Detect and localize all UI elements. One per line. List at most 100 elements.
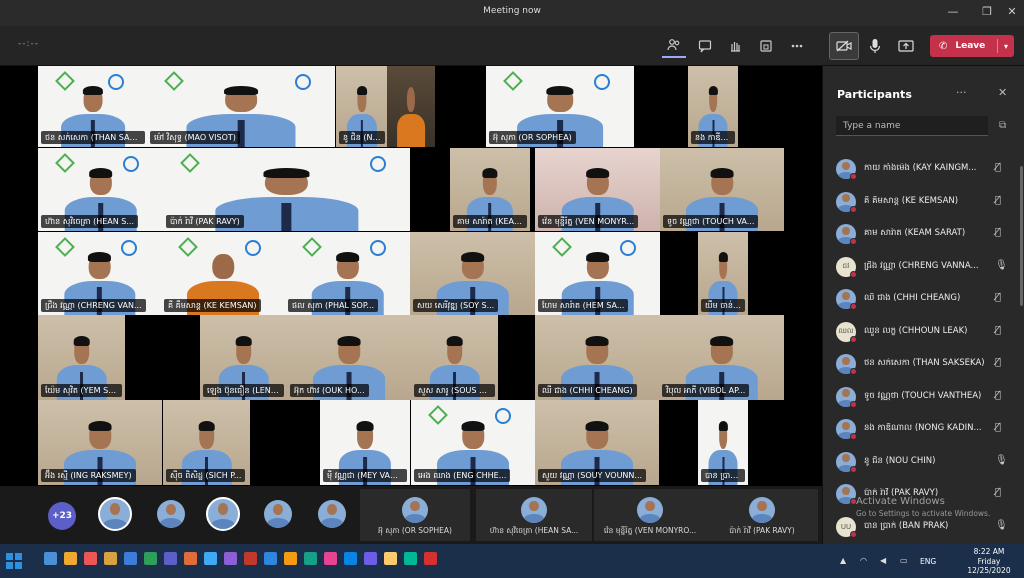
- avatar[interactable]: [206, 497, 240, 531]
- mic-muted-icon[interactable]: 🎙̸: [995, 422, 1001, 433]
- taskbar-app-icon[interactable]: [344, 552, 357, 565]
- title-bar: Meeting now — ❐ ✕: [0, 0, 1024, 26]
- taskbar-app-icon[interactable]: [184, 552, 197, 565]
- avatar[interactable]: [157, 500, 185, 528]
- taskbar-app-icon[interactable]: [284, 552, 297, 565]
- avatar: [521, 497, 547, 523]
- participant-name-label: បាន ប្រាក់ (BAN PRAK): [701, 469, 745, 482]
- organization-seal-icon: [295, 74, 311, 90]
- panel-scrollbar[interactable]: [1020, 166, 1023, 306]
- participant-list-item[interactable]: នូ ជិន (NOU CHIN) 🎙: [823, 447, 1024, 480]
- minimize-button[interactable]: —: [944, 4, 962, 20]
- presence-status-icon: [850, 433, 857, 440]
- strip-participant-tile[interactable]: វ៉េន មុន្នីរ័ត្ន (VEN MONYRO...: [594, 489, 706, 541]
- strip-participant-tile[interactable]: ប៉ាក់ រ៉ាវី (PAK RAVY): [706, 489, 818, 541]
- participant-name-label: ទូច វណ្ណថា (TOUCH VA...: [663, 215, 759, 228]
- taskbar-app-icon[interactable]: [124, 552, 137, 565]
- taskbar-app-icon[interactable]: [324, 552, 337, 565]
- clock-day: Friday: [977, 556, 1001, 566]
- taskbar-app-icon[interactable]: [384, 552, 397, 565]
- taskbar-app-icon[interactable]: [164, 552, 177, 565]
- participant-list-item[interactable]: គាម សារ៉ាត (KEAM SARAT) 🎙̸: [823, 219, 1024, 252]
- participant-name-label: អ៊ឹង រស្មី (ING RAKSMEY): [41, 469, 136, 482]
- taskbar-app-icon[interactable]: [44, 552, 57, 565]
- panel-close-icon[interactable]: ✕: [998, 86, 1007, 99]
- presence-status-icon: [850, 368, 857, 375]
- taskbar-app-icon[interactable]: [404, 552, 417, 565]
- participant-name-label: សយ សេរីវុឌ្ឍ (SOY S...: [413, 299, 499, 312]
- mic-muted-icon[interactable]: 🎙̸: [995, 325, 1001, 336]
- taskbar-app-icon[interactable]: [204, 552, 217, 565]
- avatar[interactable]: [98, 497, 132, 531]
- rooms-icon[interactable]: [754, 34, 778, 58]
- microphone-icon[interactable]: [863, 34, 887, 58]
- language-indicator[interactable]: ENG: [920, 557, 936, 566]
- mic-icon[interactable]: 🎙: [995, 455, 1008, 466]
- activation-watermark-text: Go to Settings to activate Windows.: [856, 509, 991, 518]
- taskbar-app-icon[interactable]: [84, 552, 97, 565]
- mic-muted-icon[interactable]: 🎙̸: [995, 357, 1001, 368]
- presence-status-icon: [850, 303, 857, 310]
- share-invite-icon[interactable]: ⧉: [999, 120, 1006, 131]
- participant-name: នូ ជិន (NOU CHIN): [864, 455, 936, 466]
- taskbar-app-icon[interactable]: [144, 552, 157, 565]
- participant-name-label: ប៉ាក់ រ៉ាវី (PAK RAVY): [166, 215, 244, 228]
- participant-list-item[interactable]: ថន សក់សេកា (THAN SAKSEKA) 🎙̸: [823, 349, 1024, 382]
- mic-muted-icon[interactable]: 🎙̸: [995, 292, 1001, 303]
- participant-list-item[interactable]: ឈី ជាង (CHHI CHEANG) 🎙̸: [823, 284, 1024, 317]
- strip-participant-tile[interactable]: អ៊ុ សុភា (OR SOPHEA): [360, 489, 470, 541]
- network-icon[interactable]: ▲: [840, 556, 846, 565]
- taskbar-app-icon[interactable]: [304, 552, 317, 565]
- mic-muted-icon[interactable]: 🎙̸: [995, 162, 1001, 173]
- mic-icon[interactable]: 🎙: [995, 520, 1008, 531]
- participant-name-label: ហែម សារ៉ាត (HEM SA...: [538, 299, 629, 312]
- panel-more-icon[interactable]: ···: [956, 86, 967, 99]
- more-participants-count[interactable]: +23: [48, 502, 76, 530]
- start-icon[interactable]: [6, 553, 22, 569]
- mic-muted-icon[interactable]: 🎙̸: [995, 487, 1001, 498]
- raise-hand-icon[interactable]: [723, 34, 747, 58]
- video-tile[interactable]: [387, 66, 435, 147]
- presence-status-icon: [850, 465, 857, 473]
- participant-list-item[interactable]: ទូច វណ្ណថា (TOUCH VANTHEA) 🎙̸: [823, 382, 1024, 415]
- strip-participant-tile[interactable]: ហ៊ាន សុវិចេត្រា (HEAN SA...: [476, 489, 592, 541]
- volume-icon[interactable]: ◀: [880, 556, 886, 565]
- participants-icon[interactable]: [662, 34, 686, 58]
- leave-button[interactable]: ✆ Leave ▾: [930, 35, 1014, 57]
- presence-status-icon: [850, 400, 857, 408]
- panel-title: Participants: [837, 88, 912, 101]
- mic-muted-icon[interactable]: 🎙̸: [995, 390, 1001, 401]
- participant-list-item[interactable]: ឈល ឈួន លក្ខ (CHHOUN LEAK) 🎙̸: [823, 317, 1024, 350]
- mic-muted-icon[interactable]: 🎙̸: [995, 227, 1001, 238]
- participant-name: បាន ប្រាក់ (BAN PRAK): [864, 520, 949, 531]
- taskbar-app-icon[interactable]: [64, 552, 77, 565]
- mic-muted-icon[interactable]: 🎙̸: [995, 195, 1001, 206]
- mic-icon[interactable]: 🎙: [995, 260, 1008, 271]
- battery-icon[interactable]: ▭: [900, 556, 908, 565]
- maximize-button[interactable]: ❐: [978, 4, 996, 20]
- taskbar-app-icon[interactable]: [424, 552, 437, 565]
- more-actions-icon[interactable]: [785, 34, 809, 58]
- participant-name-label: សួយ វណ្ណា (SOUY VOUNN...: [538, 469, 647, 482]
- search-input[interactable]: [836, 116, 988, 136]
- taskbar-app-icon[interactable]: [364, 552, 377, 565]
- participant-list-item[interactable]: កាយ កាំងម៉េង (KAY KAINGM... 🎙̸: [823, 154, 1024, 187]
- meeting-toolbar: --:-- ✆ Leave ▾: [0, 26, 1024, 66]
- participant-list-item[interactable]: នង កាឌីណាល (NONG KADIN... 🎙̸: [823, 414, 1024, 447]
- avatar[interactable]: [264, 500, 292, 528]
- participant-list-item[interactable]: ជវ ជ្រឹង វណ្ណា (CHRENG VANNA... 🎙: [823, 252, 1024, 285]
- close-window-button[interactable]: ✕: [1003, 4, 1021, 20]
- avatar[interactable]: [318, 500, 346, 528]
- participant-list-item[interactable]: គី គឹមសាន្ត (KE KEMSAN) 🎙̸: [823, 187, 1024, 220]
- participant-name-label: ម៉ី វណ្ណជា (MEY VANNCHEA): [323, 469, 407, 482]
- taskbar-app-icon[interactable]: [224, 552, 237, 565]
- clock[interactable]: 8:22 AM Friday 12/25/2020: [960, 547, 1018, 576]
- chevron-down-icon[interactable]: ▾: [998, 42, 1014, 51]
- taskbar-app-icon[interactable]: [264, 552, 277, 565]
- share-screen-icon[interactable]: [894, 34, 918, 58]
- wifi-icon[interactable]: ◠: [860, 556, 867, 565]
- chat-icon[interactable]: [693, 34, 717, 58]
- taskbar-app-icon[interactable]: [244, 552, 257, 565]
- camera-toggle-button[interactable]: [829, 32, 859, 60]
- taskbar-app-icon[interactable]: [104, 552, 117, 565]
